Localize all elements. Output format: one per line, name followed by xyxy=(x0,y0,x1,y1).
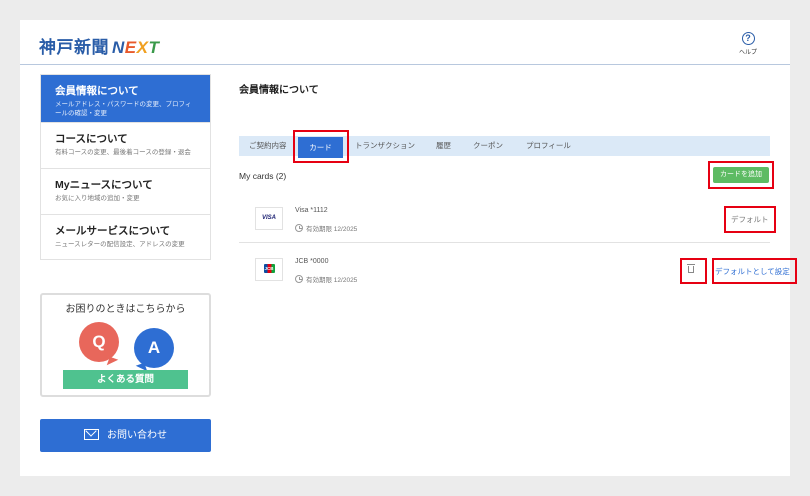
tab-contract[interactable]: ご契約内容 xyxy=(249,136,287,156)
highlight-box xyxy=(680,258,707,284)
sidebar-item-title: メールサービスについて xyxy=(55,225,171,237)
tab-coupon[interactable]: クーポン xyxy=(473,136,503,156)
sidebar-item-course[interactable]: コースについて 有料コースの変更、最後着コースの登録・退会 xyxy=(41,123,210,169)
sidebar-item-my-news[interactable]: Myニュースについて お気に入り地域の追加・変更 xyxy=(41,169,210,215)
page-title: 会員情報について xyxy=(239,85,319,96)
card-expiry: 有効期限 12/2025 xyxy=(295,274,357,284)
logo-next: NEXT xyxy=(112,38,159,57)
answer-bubble-icon: A xyxy=(134,328,174,368)
sidebar-item-desc: メールアドレス・パスワードの変更、プロフィールの確認・変更 xyxy=(55,101,192,117)
visa-logo-icon: VISA xyxy=(255,207,283,230)
faq-heading: お困りのときはこちらから xyxy=(65,304,186,315)
jcb-logo-icon: JCB xyxy=(255,258,283,281)
logo-text: 神戸新聞 xyxy=(39,38,109,57)
contact-button[interactable]: お問い合わせ xyxy=(40,419,211,452)
highlight-box xyxy=(712,258,797,284)
sidebar-item-desc: 有料コースの変更、最後着コースの登録・退会 xyxy=(55,149,191,156)
highlight-box xyxy=(708,161,774,189)
clock-icon xyxy=(295,224,303,233)
contact-label: お問い合わせ xyxy=(107,430,167,441)
main-content: 会員情報について ご契約内容 カード トランザクション 履歴 クーポン プロフィ… xyxy=(239,20,797,476)
logo-next-e: E xyxy=(124,38,137,57)
sidebar-item-title: Myニュースについて xyxy=(55,179,153,191)
tab-history[interactable]: 履歴 xyxy=(436,136,451,156)
logo-next-n: N xyxy=(112,38,125,57)
highlight-box xyxy=(293,130,349,163)
sidebar-menu: 会員情報について メールアドレス・パスワードの変更、プロフィールの確認・変更 コ… xyxy=(40,74,211,260)
my-cards-label: My cards (2) xyxy=(239,171,287,181)
card-row: VISA Visa *1112 有効期限 12/2025 デフォルト xyxy=(239,200,770,243)
site-logo[interactable]: 神戸新聞 NEXT xyxy=(39,33,159,58)
sidebar-item-title: コースについて xyxy=(55,133,128,145)
logo-next-t: T xyxy=(148,38,160,57)
question-bubble-icon: Q xyxy=(79,322,119,362)
card-expiry-text: 有効期限 12/2025 xyxy=(306,277,358,284)
faq-box: お困りのときはこちらから Q A よくある質問 xyxy=(40,293,211,397)
logo-next-x: X xyxy=(136,38,149,57)
sidebar-item-desc: ニュースレターの配信設定、アドレスの変更 xyxy=(55,241,185,248)
sidebar-item-member-info[interactable]: 会員情報について メールアドレス・パスワードの変更、プロフィールの確認・変更 xyxy=(41,75,210,123)
page-frame: 神戸新聞 NEXT ? ヘルプ 会員情報について メールアドレス・パスワードの変更… xyxy=(20,20,797,476)
card-expiry: 有効期限 12/2025 xyxy=(295,223,357,233)
sidebar-item-mail-service[interactable]: メールサービスについて ニュースレターの配信設定、アドレスの変更 xyxy=(41,215,210,259)
jcb-logo-text: JCB xyxy=(263,263,275,273)
card-number: Visa *1112 xyxy=(295,207,328,214)
highlight-box xyxy=(724,206,776,233)
tab-profile[interactable]: プロフィール xyxy=(526,136,571,156)
sidebar-item-desc: お気に入り地域の追加・変更 xyxy=(55,195,140,202)
card-number: JCB *0000 xyxy=(295,258,329,265)
faq-button[interactable]: よくある質問 xyxy=(63,370,188,389)
tab-transaction[interactable]: トランザクション xyxy=(355,136,415,156)
sidebar-item-title: 会員情報について xyxy=(55,85,139,97)
card-expiry-text: 有効期限 12/2025 xyxy=(306,226,358,233)
mail-icon xyxy=(84,428,99,440)
sidebar: 会員情報について メールアドレス・パスワードの変更、プロフィールの確認・変更 コ… xyxy=(40,74,211,260)
clock-icon xyxy=(295,275,303,284)
